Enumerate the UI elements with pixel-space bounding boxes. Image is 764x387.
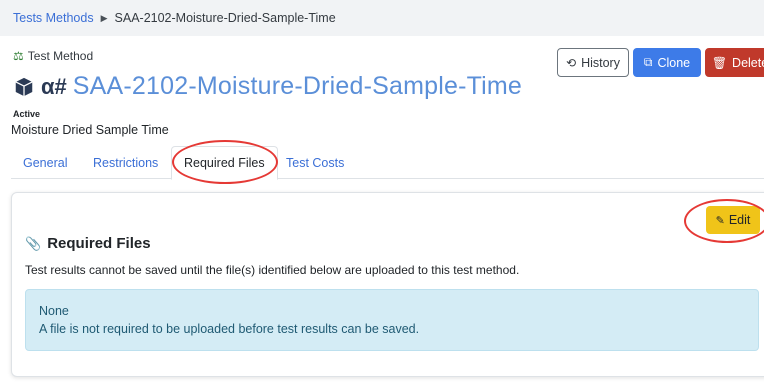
status-badge: Active xyxy=(13,109,41,119)
record-type-label: ⚖ Test Method xyxy=(13,49,93,63)
section-title: 📎 Required Files xyxy=(25,235,151,252)
copy-icon: ⧉ xyxy=(643,55,653,69)
clone-button-label: Clone xyxy=(657,55,691,70)
history-button[interactable]: ⟲ History xyxy=(557,48,629,77)
breadcrumb-tests-methods-link[interactable]: Tests Methods xyxy=(13,11,94,25)
title-text: SAA-2102-Moisture-Dried-Sample-Time xyxy=(72,72,523,100)
trash-icon: 🗑 xyxy=(711,55,728,70)
clone-button[interactable]: ⧉ Clone xyxy=(633,48,701,77)
tab-restrictions[interactable]: Restrictions xyxy=(81,146,170,179)
page-subtitle: Moisture Dried Sample Time xyxy=(11,123,169,137)
breadcrumb-current: SAA-2102-Moisture-Dried-Sample-Time xyxy=(114,11,336,25)
page: Tests Methods ▶ SAA-2102-Moisture-Dried-… xyxy=(0,0,764,387)
history-icon: ⟲ xyxy=(566,55,577,70)
info-alert: None A file is not required to be upload… xyxy=(25,289,759,351)
paperclip-icon: 📎 xyxy=(25,235,42,251)
edit-button-label: Edit xyxy=(728,213,751,227)
pencil-icon: ✎ xyxy=(715,214,725,227)
tab-general[interactable]: General xyxy=(11,146,79,179)
alert-title: None xyxy=(39,304,69,318)
balance-scale-icon: ⚖ xyxy=(13,49,24,63)
section-title-text: Required Files xyxy=(47,235,151,252)
tab-required-files[interactable]: Required Files xyxy=(171,146,278,180)
chevron-right-icon: ▶ xyxy=(100,12,108,23)
page-title: α# SAA-2102-Moisture-Dried-Sample-Time xyxy=(13,72,522,101)
cube-icon xyxy=(15,77,33,96)
tab-test-costs[interactable]: Test Costs xyxy=(274,146,356,179)
title-prefix: α# xyxy=(41,73,67,99)
history-button-label: History xyxy=(581,55,620,70)
delete-button[interactable]: 🗑 Delete xyxy=(705,48,764,77)
breadcrumb: Tests Methods ▶ SAA-2102-Moisture-Dried-… xyxy=(0,0,764,36)
edit-button[interactable]: ✎ Edit xyxy=(706,206,760,234)
tab-bar: General Restrictions Required Files Test… xyxy=(11,146,764,180)
delete-button-label: Delete xyxy=(732,55,764,70)
alert-text: A file is not required to be uploaded be… xyxy=(39,322,420,336)
record-type-text: Test Method xyxy=(27,49,94,63)
section-description: Test results cannot be saved until the f… xyxy=(25,263,520,277)
